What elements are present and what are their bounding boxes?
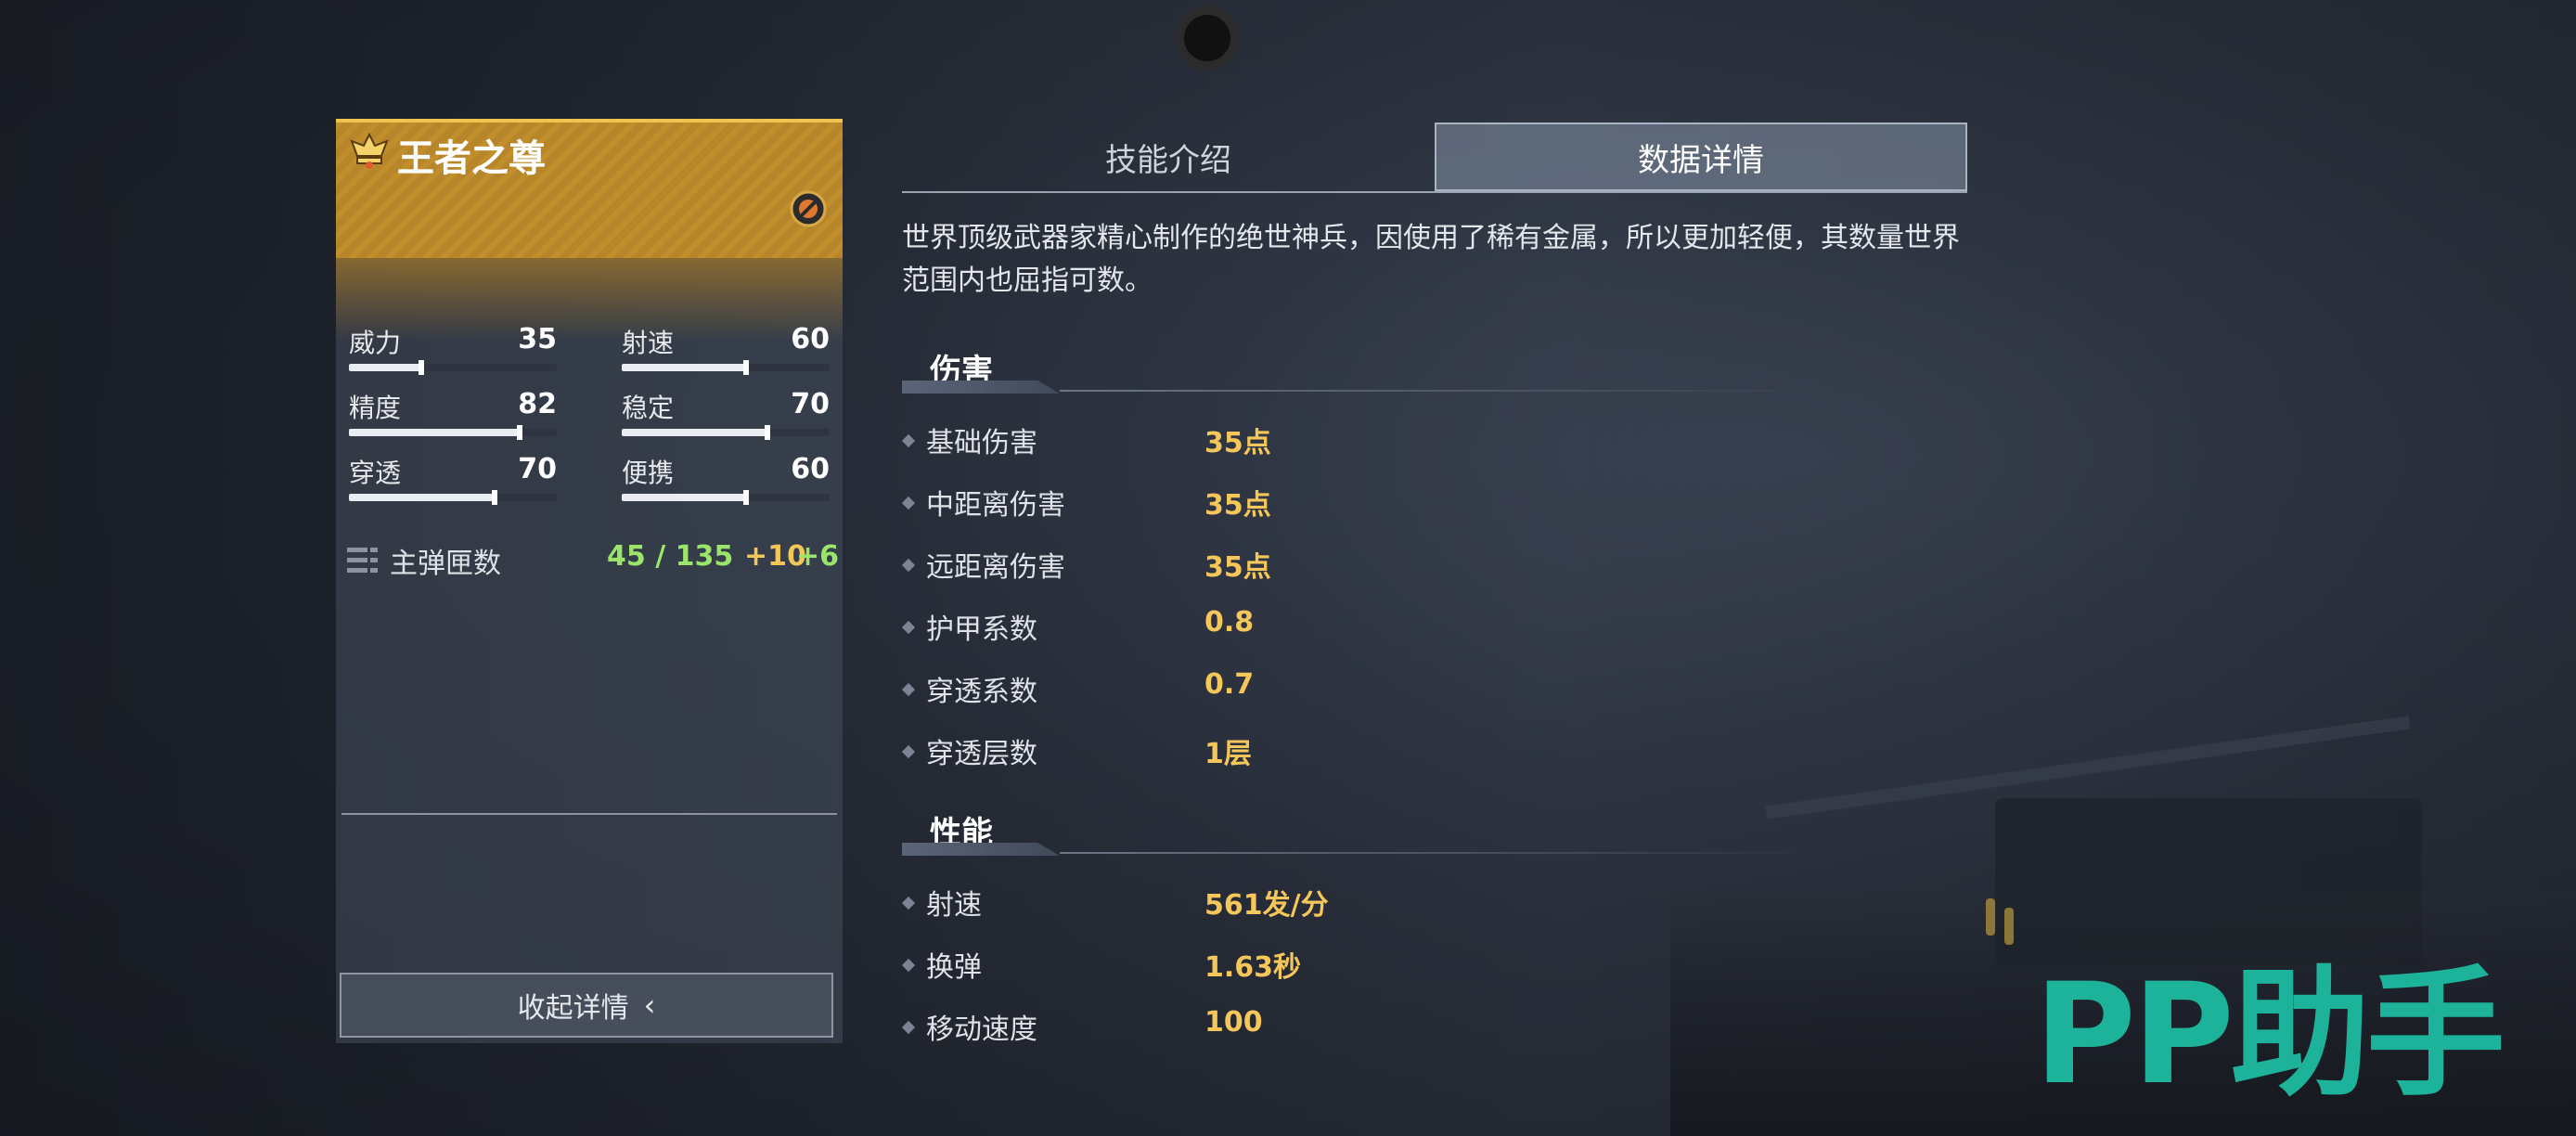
weapon-name: 王者之尊 [397, 137, 546, 180]
stat-row-reload: 换弹 1.63秒 [901, 944, 1461, 990]
stat-bar [349, 360, 557, 375]
row-value: 35点 [1204, 427, 1271, 459]
background-bullet [1986, 898, 1995, 936]
stat-bar [349, 425, 557, 440]
tabs-underline [902, 191, 1967, 193]
stat-value: 60 [791, 453, 830, 485]
stat-bar-fill [349, 429, 520, 436]
row-label: 远距离伤害 [926, 551, 1065, 584]
row-value: 35点 [1204, 551, 1271, 584]
stat-row-base-damage: 基础伤害 35点 [901, 420, 1461, 466]
row-value: 1层 [1204, 738, 1252, 770]
stat-bar-knob [419, 360, 424, 375]
stat-bar-fill [349, 494, 495, 501]
stat-fire-rate: 射速 60 [622, 323, 830, 379]
tab-data-details[interactable]: 数据详情 [1435, 123, 1967, 191]
stat-bar-knob [743, 490, 749, 505]
stat-row-fire-rate: 射速 561发/分 [901, 882, 1461, 928]
stat-label: 射速 [622, 328, 675, 358]
diamond-bullet-icon [901, 558, 916, 573]
crown-icon [350, 132, 389, 169]
ammo-label: 主弹匣数 [390, 548, 501, 580]
section-divider [902, 381, 1839, 394]
row-label: 穿透系数 [926, 676, 1037, 708]
stat-label: 便携 [622, 458, 675, 488]
stat-bar-fill [622, 364, 746, 371]
row-label: 射速 [926, 889, 982, 922]
stat-value: 60 [791, 323, 830, 355]
stat-value: 82 [518, 388, 557, 420]
magazine-icon [347, 548, 378, 573]
ammo-bonus-secondary: +6 [796, 540, 840, 573]
stat-label: 威力 [349, 328, 402, 358]
row-label: 中距离伤害 [926, 489, 1065, 522]
top-ring-icon [1175, 6, 1240, 71]
row-label: 护甲系数 [926, 613, 1037, 646]
row-value: 0.8 [1204, 606, 1255, 639]
stat-row-armor-coef: 护甲系数 0.8 [901, 606, 1461, 652]
stat-bar [622, 425, 830, 440]
diamond-bullet-icon [901, 682, 916, 697]
stat-bar-knob [743, 360, 749, 375]
collapse-details-button[interactable]: 收起详情 ‹ [340, 973, 833, 1038]
stat-bar-fill [622, 494, 746, 501]
stat-penetration: 穿透 70 [349, 453, 557, 509]
row-value: 1.63秒 [1204, 951, 1302, 984]
stat-value: 35 [518, 323, 557, 355]
diamond-bullet-icon [901, 620, 916, 635]
row-value: 100 [1204, 1006, 1263, 1039]
stat-accuracy: 精度 82 [349, 388, 557, 444]
stat-row-penetration-layers: 穿透层数 1层 [901, 730, 1461, 777]
row-label: 换弹 [926, 951, 982, 984]
stat-row-long-damage: 远距离伤害 35点 [901, 544, 1461, 590]
stat-bar-fill [622, 429, 767, 436]
stat-row-move-speed: 移动速度 100 [901, 1006, 1461, 1052]
row-label: 移动速度 [926, 1013, 1037, 1046]
ammo-count: 45 / 135 [607, 540, 734, 573]
pp-assistant-watermark: PP助手 [2034, 954, 2505, 1116]
stat-value: 70 [791, 388, 830, 420]
stat-stability: 稳定 70 [622, 388, 830, 444]
stat-row-mid-damage: 中距离伤害 35点 [901, 482, 1461, 528]
detail-tabs: 技能介绍 数据详情 [902, 123, 1967, 191]
diamond-bullet-icon [901, 1020, 916, 1035]
chevron-left-icon: ‹ [643, 988, 656, 1023]
stat-bar-fill [349, 364, 421, 371]
diamond-bullet-icon [901, 896, 916, 910]
row-value: 35点 [1204, 489, 1271, 522]
row-label: 基础伤害 [926, 427, 1037, 459]
diamond-bullet-icon [901, 958, 916, 973]
diamond-bullet-icon [901, 496, 916, 510]
background-bullet [2004, 908, 2014, 945]
stat-label: 稳定 [622, 393, 675, 423]
row-value: 0.7 [1204, 668, 1255, 701]
collapse-details-label: 收起详情 [517, 992, 629, 1025]
row-label: 穿透层数 [926, 738, 1037, 770]
stat-row-penetration-coef: 穿透系数 0.7 [901, 668, 1461, 715]
stat-label: 精度 [349, 393, 402, 423]
tab-skill-intro[interactable]: 技能介绍 [902, 123, 1435, 191]
stat-bar-knob [492, 490, 497, 505]
weapon-card: 王者之尊 威力 35 射速 60 精度 82 稳定 70 穿透 70 便携 60 [336, 119, 843, 1043]
stat-power: 威力 35 [349, 323, 557, 379]
row-value: 561发/分 [1204, 889, 1329, 922]
stat-bar [622, 490, 830, 505]
stat-bar [349, 490, 557, 505]
grade-badge-icon [790, 190, 827, 227]
stat-bar [622, 360, 830, 375]
weapon-description: 世界顶级武器家精心制作的绝世神兵，因使用了稀有金属，所以更加轻便，其数量世界范围… [902, 222, 1960, 297]
stat-bar-knob [765, 425, 770, 440]
stat-bar-knob [517, 425, 522, 440]
stat-value: 70 [518, 453, 557, 485]
stat-portability: 便携 60 [622, 453, 830, 509]
diamond-bullet-icon [901, 433, 916, 448]
diamond-bullet-icon [901, 744, 916, 759]
section-divider [902, 843, 1839, 856]
stat-label: 穿透 [349, 458, 402, 488]
card-divider [341, 813, 837, 815]
